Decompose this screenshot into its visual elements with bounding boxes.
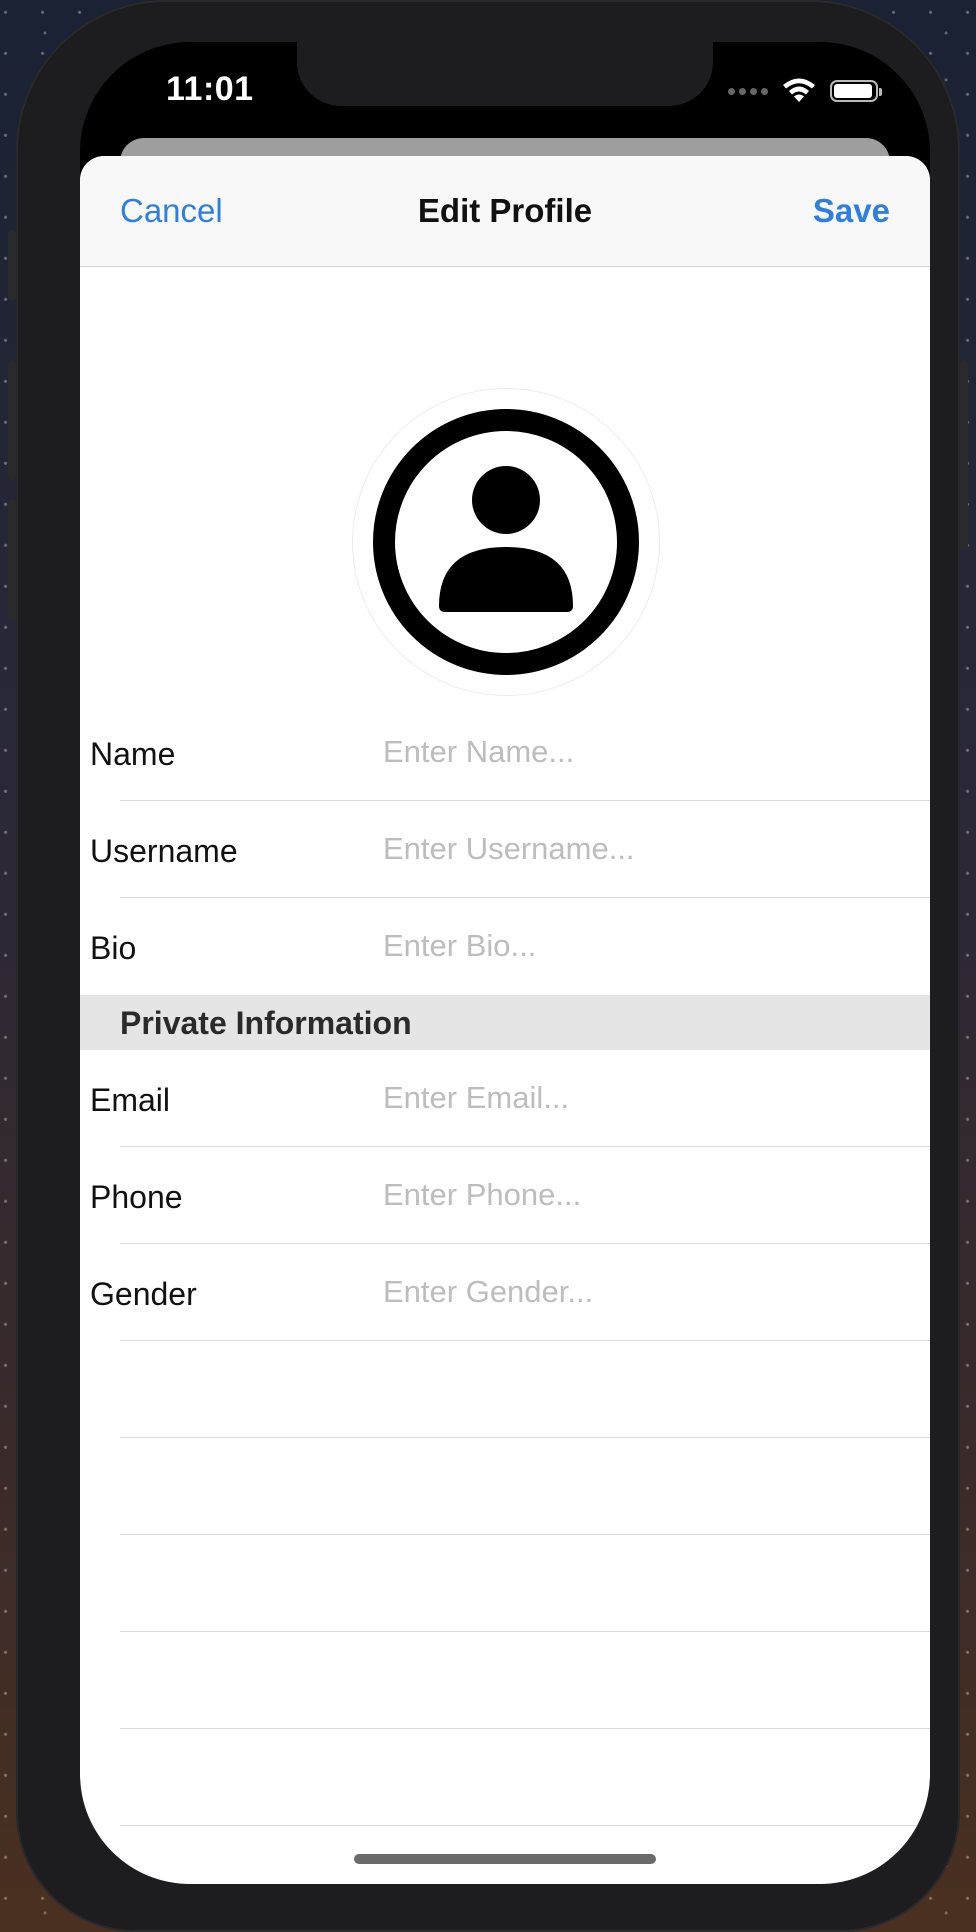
cancel-button[interactable]: Cancel <box>120 192 223 230</box>
status-indicators <box>728 78 882 104</box>
section-title: Private Information <box>120 1005 412 1041</box>
bio-input[interactable] <box>383 922 903 970</box>
volume-down-button <box>8 500 16 620</box>
email-label: Email <box>90 1082 171 1118</box>
name-input[interactable] <box>383 728 903 776</box>
bio-label: Bio <box>90 930 137 966</box>
battery-icon <box>830 80 882 102</box>
username-label: Username <box>90 833 238 869</box>
email-input[interactable] <box>383 1074 903 1122</box>
form-row-name: Name <box>80 704 930 801</box>
gender-input[interactable] <box>383 1268 903 1316</box>
person-circle-icon <box>373 409 639 675</box>
form-row-phone: Phone <box>80 1147 930 1244</box>
camera-notch <box>297 42 713 106</box>
empty-row <box>80 1729 930 1826</box>
empty-row <box>80 1341 930 1438</box>
volume-up-button <box>8 360 16 480</box>
empty-row <box>80 1632 930 1729</box>
wifi-icon <box>783 78 815 102</box>
form-row-bio: Bio <box>80 898 930 995</box>
form-row-gender: Gender <box>80 1244 930 1341</box>
form-row-username: Username <box>80 801 930 898</box>
mute-switch <box>8 230 16 300</box>
home-indicator[interactable] <box>354 1854 656 1864</box>
save-button[interactable]: Save <box>813 192 890 230</box>
status-time: 11:01 <box>166 70 254 108</box>
row-divider <box>120 1825 930 1826</box>
section-header-private: Private Information <box>80 995 930 1050</box>
device-frame: 11:01 Cancel Edit Profile Save Name Ente… <box>8 0 968 1932</box>
navigation-bar: Cancel Edit Profile Save <box>80 156 930 267</box>
profile-photo-button[interactable] <box>352 388 660 696</box>
profile-form: Name Username Bio Private Information <box>80 704 930 1826</box>
phone-input[interactable] <box>383 1171 903 1219</box>
cellular-signal-icon <box>728 87 768 95</box>
edit-profile-sheet: Cancel Edit Profile Save Name User <box>80 156 930 1884</box>
phone-label: Phone <box>90 1179 183 1215</box>
power-button <box>960 360 968 550</box>
device-screen: 11:01 Cancel Edit Profile Save Name Ente… <box>80 42 930 1884</box>
empty-row <box>80 1535 930 1632</box>
empty-row <box>80 1438 930 1535</box>
form-row-email: Email <box>80 1050 930 1147</box>
gender-label: Gender <box>90 1276 197 1312</box>
username-input[interactable] <box>383 825 903 873</box>
name-label: Name <box>90 736 176 772</box>
